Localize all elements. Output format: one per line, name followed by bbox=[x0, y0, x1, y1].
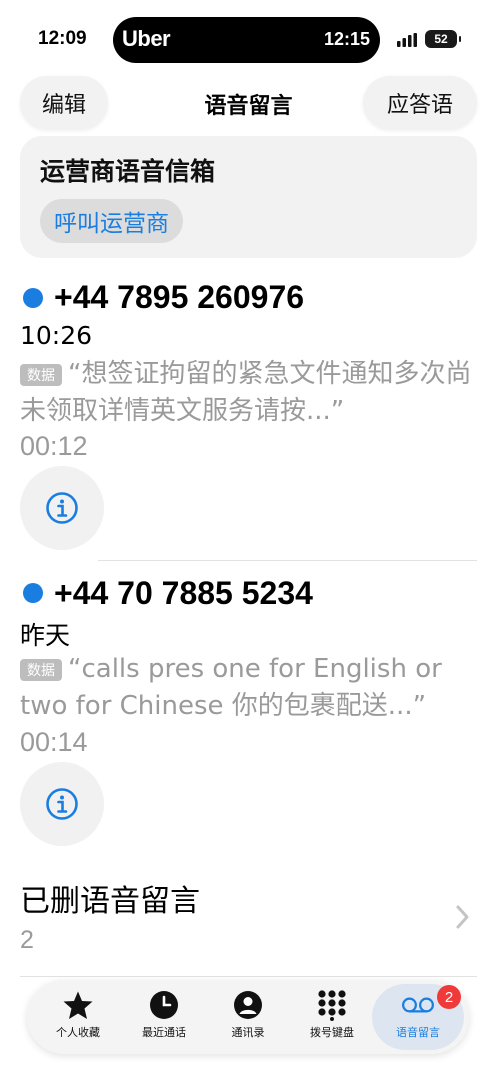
island-app-name: Uber bbox=[122, 26, 171, 51]
carrier-voicemail-card: 运营商语音信箱 呼叫运营商 bbox=[20, 136, 477, 258]
tab-label: 最近通话 bbox=[142, 1026, 186, 1039]
unread-dot-icon bbox=[23, 288, 43, 308]
voicemail-transcript: “想签证拘留的紧急文件通知多次尚未领取详情英文服务请按...” bbox=[20, 359, 472, 426]
tab-recents[interactable]: 最近通话 bbox=[121, 980, 207, 1054]
person-icon bbox=[234, 991, 262, 1019]
tab-bar: 个人收藏 最近通话 通讯录 拨号键盘 语音留言 bbox=[27, 980, 469, 1054]
info-button[interactable] bbox=[20, 466, 104, 550]
voicemail-number: +44 7895 260976 bbox=[54, 279, 305, 315]
tab-favorites[interactable]: 个人收藏 bbox=[35, 980, 121, 1054]
star-icon bbox=[63, 991, 93, 1019]
info-icon bbox=[46, 788, 78, 820]
voicemail-time: 10:26 bbox=[20, 321, 93, 350]
tab-label: 个人收藏 bbox=[56, 1026, 100, 1039]
unread-dot-icon bbox=[23, 583, 43, 603]
voicemail-number: +44 70 7885 5234 bbox=[54, 575, 313, 611]
voicemail-time: 昨天 bbox=[20, 621, 71, 650]
tab-label: 语音留言 bbox=[396, 1026, 440, 1039]
greeting-button[interactable]: 应答语 bbox=[363, 76, 477, 130]
call-carrier-button[interactable]: 呼叫运营商 bbox=[40, 199, 183, 243]
status-time: 12:09 bbox=[38, 28, 87, 49]
info-button[interactable] bbox=[20, 762, 104, 846]
deleted-voicemails-title: 已删语音留言 bbox=[20, 884, 200, 919]
signal-icon bbox=[397, 33, 417, 47]
battery-level: 52 bbox=[434, 32, 448, 46]
dynamic-island[interactable]: Uber 12:15 bbox=[113, 17, 380, 63]
carrier-voicemail-title: 运营商语音信箱 bbox=[40, 157, 216, 186]
chevron-right-icon bbox=[456, 905, 469, 929]
divider bbox=[98, 560, 477, 561]
voicemail-duration: 00:12 bbox=[20, 431, 88, 461]
keypad-icon bbox=[318, 990, 346, 1021]
info-icon bbox=[46, 492, 78, 524]
tab-label: 通讯录 bbox=[231, 1026, 265, 1039]
divider bbox=[20, 976, 477, 977]
voicemail-badge: 2 bbox=[437, 985, 461, 1009]
voicemail-icon bbox=[402, 997, 434, 1013]
island-time: 12:15 bbox=[323, 29, 370, 49]
tab-contacts[interactable]: 通讯录 bbox=[205, 980, 291, 1054]
voicemail-duration: 00:14 bbox=[20, 727, 88, 757]
clock-icon bbox=[150, 991, 178, 1019]
deleted-voicemails-count: 2 bbox=[20, 926, 34, 954]
battery-icon: 52 bbox=[425, 30, 461, 48]
tab-keypad[interactable]: 拨号键盘 bbox=[289, 980, 375, 1054]
tab-label: 拨号键盘 bbox=[310, 1026, 354, 1039]
voicemail-transcript: “calls pres one for English or two for C… bbox=[20, 654, 442, 721]
